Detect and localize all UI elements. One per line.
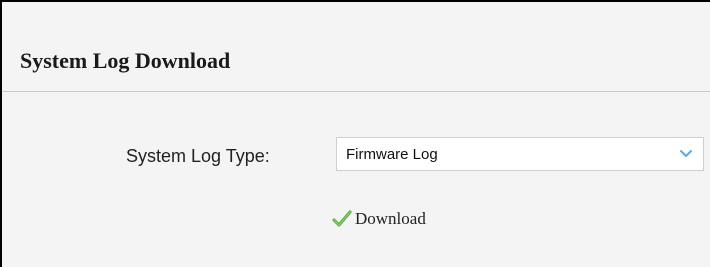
download-label: Download: [355, 209, 426, 228]
panel-body: System Log Type: Firmware Log Download: [2, 92, 710, 267]
download-button[interactable]: Download: [332, 207, 426, 231]
log-type-select[interactable]: Firmware Log: [336, 137, 704, 171]
chevron-down-icon: [680, 150, 692, 157]
panel-header: System Log Download: [2, 2, 710, 92]
page-title: System Log Download: [20, 48, 231, 73]
checkmark-icon: [332, 210, 352, 227]
log-type-label: System Log Type:: [126, 146, 270, 166]
log-type-selected-value: Firmware Log: [346, 146, 438, 163]
system-log-download-panel: System Log Download System Log Type: Fir…: [0, 0, 710, 267]
